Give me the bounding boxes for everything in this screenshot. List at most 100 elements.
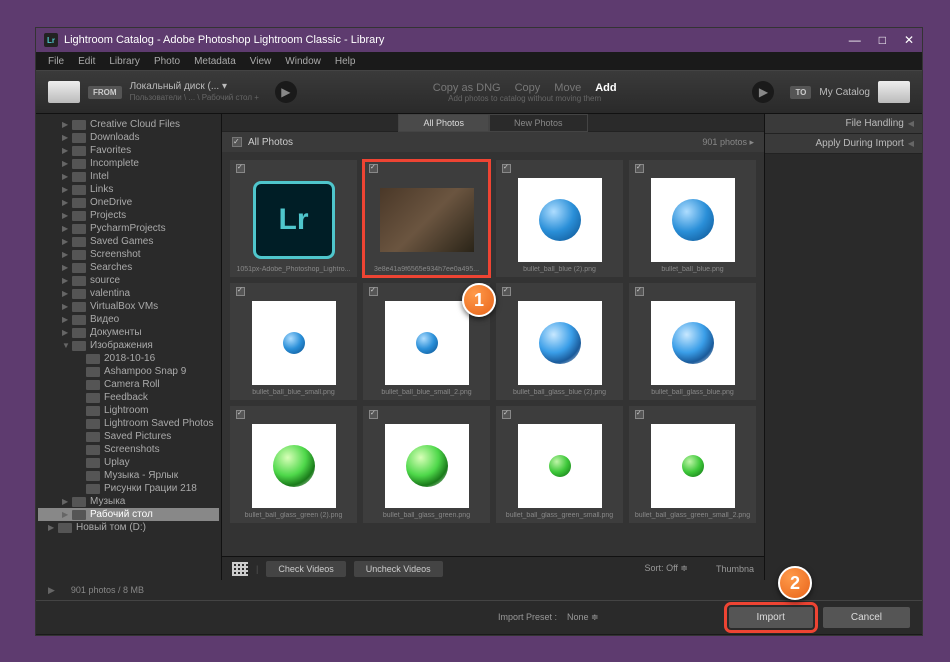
tree-item[interactable]: Музыка - Ярлык <box>38 469 219 482</box>
ball-icon <box>273 445 315 487</box>
thumbnail-cell[interactable]: 3e8e41a9f6565e934h7ee0a495... <box>363 160 490 277</box>
thumbnail-cell[interactable]: bullet_ball_blue_small.png <box>230 283 357 400</box>
thumbnail-image <box>252 424 336 508</box>
thumb-checkbox[interactable] <box>635 410 644 419</box>
panel-apply-during-import[interactable]: Apply During Import◀ <box>765 134 922 154</box>
check-videos-button[interactable]: Check Videos <box>266 561 345 577</box>
tree-item[interactable]: VirtualBox VMs <box>38 300 219 313</box>
minimize-button[interactable]: — <box>849 33 861 47</box>
tree-item[interactable]: Screenshots <box>38 443 219 456</box>
sort-value[interactable]: Off <box>666 563 678 573</box>
tree-item[interactable]: Видео <box>38 313 219 326</box>
thumb-checkbox[interactable] <box>236 164 245 173</box>
folder-icon <box>72 263 86 273</box>
content-area: All Photos New Photos All Photos 901 pho… <box>222 114 764 580</box>
tree-item[interactable]: PycharmProjects <box>38 222 219 235</box>
menu-window[interactable]: Window <box>279 54 327 69</box>
menu-library[interactable]: Library <box>103 54 146 69</box>
dest-arrow-icon[interactable]: ▶ <box>752 81 774 103</box>
folder-icon <box>86 419 100 429</box>
tree-item[interactable]: Searches <box>38 261 219 274</box>
tree-item[interactable]: source <box>38 274 219 287</box>
callout-2: 2 <box>778 566 812 600</box>
op-copy-dng[interactable]: Copy as DNG <box>433 82 501 94</box>
thumb-checkbox[interactable] <box>236 287 245 296</box>
tree-item[interactable]: Документы <box>38 326 219 339</box>
tree-item[interactable]: Lightroom <box>38 404 219 417</box>
tree-item[interactable]: Рабочий стол <box>38 508 219 521</box>
thumbnail-cell[interactable]: bullet_ball_glass_green (2).png <box>230 406 357 523</box>
menu-file[interactable]: File <box>42 54 70 69</box>
thumbnail-cell[interactable]: bullet_ball_glass_green_small_2.png <box>629 406 756 523</box>
menu-edit[interactable]: Edit <box>72 54 101 69</box>
thumbnail-image <box>385 301 469 385</box>
tree-item[interactable]: Saved Pictures <box>38 430 219 443</box>
tree-item[interactable]: Links <box>38 183 219 196</box>
tree-item[interactable]: Музыка <box>38 495 219 508</box>
ball-icon <box>672 322 714 364</box>
tree-item[interactable]: Изображения <box>38 339 219 352</box>
thumb-checkbox[interactable] <box>369 164 378 173</box>
tree-item[interactable]: Рисунки Грации 218 <box>38 482 219 495</box>
menu-view[interactable]: View <box>244 54 278 69</box>
close-button[interactable]: ✕ <box>904 33 914 47</box>
tree-item[interactable]: 2018-10-16 <box>38 352 219 365</box>
source-disk[interactable]: Локальный диск (... ▾ <box>130 81 259 93</box>
menu-metadata[interactable]: Metadata <box>188 54 242 69</box>
tree-item[interactable]: Downloads <box>38 131 219 144</box>
tree-item[interactable]: Projects <box>38 209 219 222</box>
op-copy[interactable]: Copy <box>515 82 541 94</box>
thumbnail-cell[interactable]: Lr1051px-Adobe_Photoshop_Lightro... <box>230 160 357 277</box>
maximize-button[interactable]: □ <box>879 33 886 47</box>
thumbnail-cell[interactable]: bullet_ball_glass_blue (2).png <box>496 283 623 400</box>
tree-item[interactable]: Lightroom Saved Photos <box>38 417 219 430</box>
tree-label: Incomplete <box>90 158 139 169</box>
right-panel: File Handling◀ Apply During Import◀ <box>764 114 922 580</box>
menu-photo[interactable]: Photo <box>148 54 186 69</box>
thumb-checkbox[interactable] <box>635 287 644 296</box>
play-icon[interactable]: ▶ <box>48 585 55 596</box>
thumb-checkbox[interactable] <box>236 410 245 419</box>
tree-item[interactable]: Новый том (D:) <box>38 521 219 534</box>
callout-1: 1 <box>462 283 496 317</box>
tree-item[interactable]: Favorites <box>38 144 219 157</box>
uncheck-videos-button[interactable]: Uncheck Videos <box>354 561 443 577</box>
op-move[interactable]: Move <box>554 82 581 94</box>
op-add[interactable]: Add <box>595 82 616 94</box>
tree-item[interactable]: Intel <box>38 170 219 183</box>
thumbnail-cell[interactable]: bullet_ball_glass_green_small.png <box>496 406 623 523</box>
tree-item[interactable]: Incomplete <box>38 157 219 170</box>
tab-all-photos[interactable]: All Photos <box>398 114 489 132</box>
thumb-checkbox[interactable] <box>369 410 378 419</box>
source-arrow-icon[interactable]: ▶ <box>275 81 297 103</box>
thumb-checkbox[interactable] <box>502 164 511 173</box>
tree-item[interactable]: Uplay <box>38 456 219 469</box>
tree-item[interactable]: Camera Roll <box>38 378 219 391</box>
import-preset[interactable]: Import Preset : None ≑ <box>498 612 599 623</box>
cancel-button[interactable]: Cancel <box>823 607 910 628</box>
thumb-checkbox[interactable] <box>369 287 378 296</box>
thumbnail-cell[interactable]: bullet_ball_glass_green.png <box>363 406 490 523</box>
tree-item[interactable]: Ashampoo Snap 9 <box>38 365 219 378</box>
tree-item[interactable]: Creative Cloud Files <box>38 118 219 131</box>
import-button[interactable]: Import <box>729 607 813 628</box>
panel-file-handling[interactable]: File Handling◀ <box>765 114 922 134</box>
select-all-checkbox[interactable] <box>232 137 242 147</box>
thumbnail-cell[interactable]: bullet_ball_glass_blue.png <box>629 283 756 400</box>
tree-item[interactable]: OneDrive <box>38 196 219 209</box>
tree-item[interactable]: Saved Games <box>38 235 219 248</box>
thumbnail-cell[interactable]: bullet_ball_blue.png <box>629 160 756 277</box>
tab-new-photos[interactable]: New Photos <box>489 114 588 132</box>
thumbnail-cell[interactable]: bullet_ball_blue (2).png <box>496 160 623 277</box>
thumb-checkbox[interactable] <box>502 410 511 419</box>
folder-icon <box>72 133 86 143</box>
tree-item[interactable]: Feedback <box>38 391 219 404</box>
grid-view-icon[interactable] <box>232 562 248 576</box>
thumb-checkbox[interactable] <box>502 287 511 296</box>
menu-help[interactable]: Help <box>329 54 362 69</box>
tree-item[interactable]: valentina <box>38 287 219 300</box>
all-photos-label: All Photos <box>248 137 293 148</box>
tree-label: Saved Pictures <box>104 431 171 442</box>
tree-item[interactable]: Screenshot <box>38 248 219 261</box>
thumb-checkbox[interactable] <box>635 164 644 173</box>
